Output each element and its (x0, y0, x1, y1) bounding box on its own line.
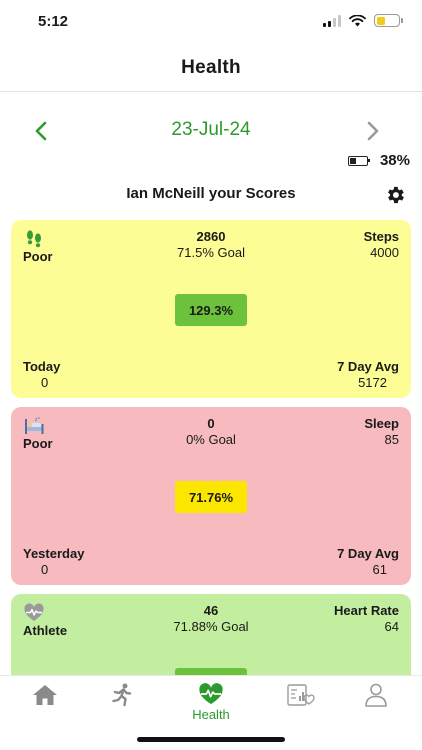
seven-day-avg-label: 7 Day Avg (337, 359, 399, 374)
metric-target: 4000 (370, 245, 399, 260)
home-indicator (137, 737, 285, 742)
score-value: 0 (207, 416, 215, 431)
device-battery-percent: 38% (379, 152, 410, 169)
running-icon (112, 683, 132, 707)
metric-target: 64 (384, 619, 399, 634)
score-value: 2860 (196, 229, 226, 244)
seven-day-avg-value: 61 (372, 562, 387, 577)
percent-badge: 129.3% (175, 294, 247, 326)
next-day-button[interactable] (360, 118, 384, 144)
profile-icon (365, 683, 387, 707)
tab-profile[interactable] (346, 682, 406, 722)
gear-icon (388, 186, 404, 204)
heart-rate-score-card[interactable]: Athlete 46 71.88% Goal Heart Rate 64 (11, 594, 411, 675)
yesterday-value: 0 (41, 562, 49, 577)
device-battery: 38% (347, 152, 410, 169)
metric-name: Steps (363, 229, 399, 244)
current-date[interactable]: 23-Jul-24 (0, 119, 422, 141)
tab-reports[interactable] (270, 682, 330, 722)
score-goal: 0% Goal (186, 432, 236, 447)
scores-title: Ian McNeill your Scores (126, 185, 296, 202)
settings-button[interactable] (384, 184, 406, 206)
today-value: 0 (41, 375, 49, 390)
tab-activity[interactable] (92, 682, 152, 722)
sleep-score-card[interactable]: z z Poor 0 0% Goal Sleep 85 71.76% Yeste… (11, 407, 411, 585)
tab-health[interactable]: Health (181, 682, 241, 722)
score-goal: 71.88% Goal (173, 619, 249, 634)
metric-target: 85 (384, 432, 399, 447)
scroll-content[interactable]: 23-Jul-24 38% Ian McNeill your Scores Po… (0, 0, 422, 675)
device-battery-icon (347, 155, 371, 166)
date-navigator: 23-Jul-24 (0, 112, 422, 150)
yesterday-label: Yesterday (23, 546, 85, 561)
tab-home[interactable] (15, 682, 75, 722)
chevron-right-icon (367, 121, 379, 141)
steps-score-card[interactable]: Poor 2860 71.5% Goal Steps 4000 129.3% T… (11, 220, 411, 398)
home-icon (33, 685, 57, 705)
score-goal: 71.5% Goal (177, 245, 245, 260)
tab-health-label: Health (192, 707, 230, 722)
seven-day-avg-value: 5172 (358, 375, 387, 390)
seven-day-avg-label: 7 Day Avg (337, 546, 399, 561)
metric-name: Sleep (364, 416, 399, 431)
metric-name: Heart Rate (333, 603, 399, 618)
heart-pulse-icon (199, 683, 223, 705)
percent-badge: 71.76% (175, 481, 247, 513)
report-chart-icon (287, 684, 315, 706)
percent-badge (175, 668, 247, 675)
today-label: Today (23, 359, 61, 374)
